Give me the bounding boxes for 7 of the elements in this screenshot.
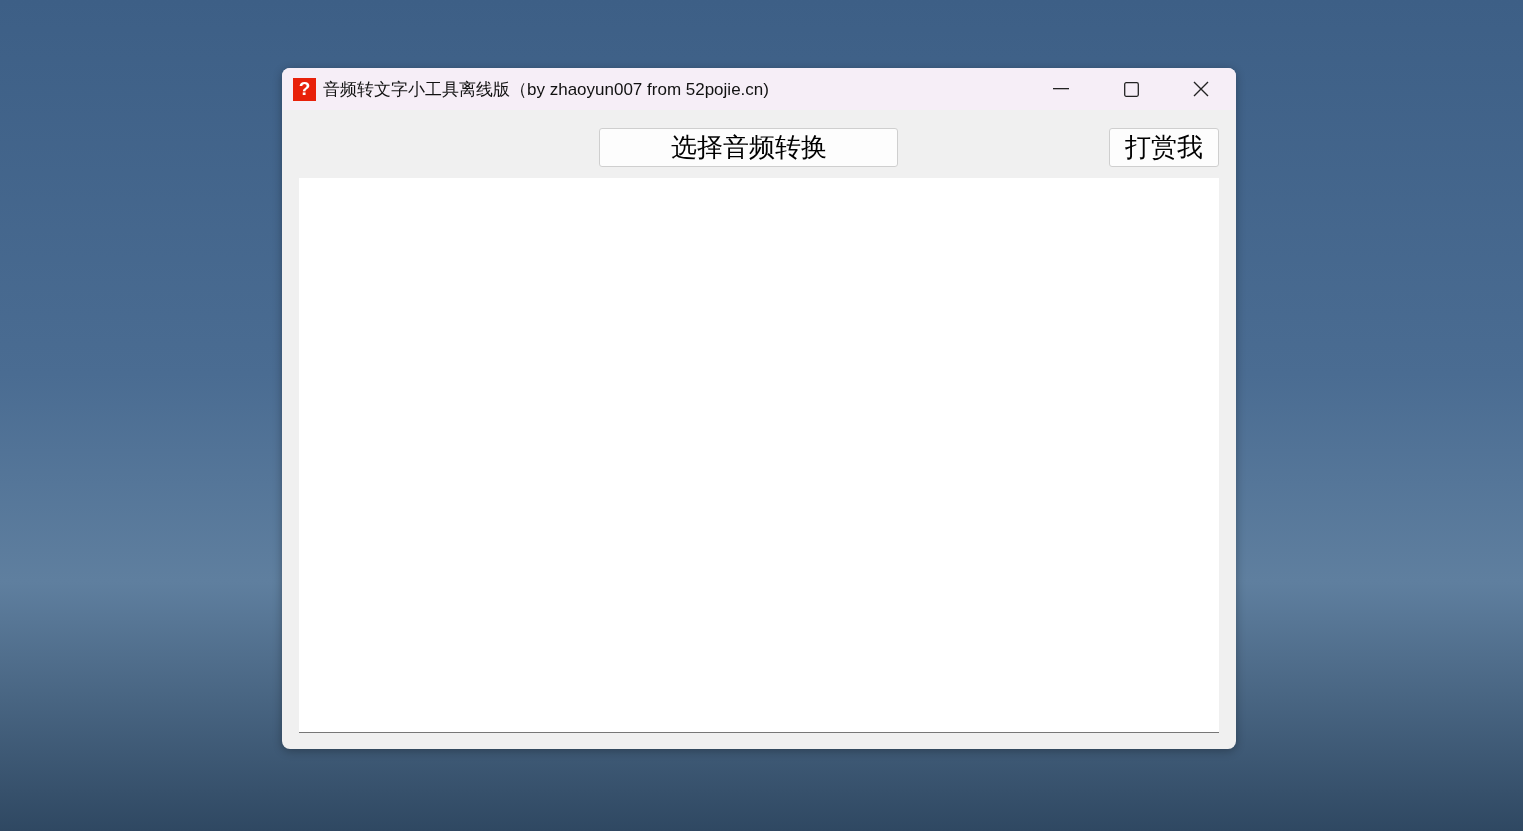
close-icon [1193,81,1209,97]
app-icon: ? [293,77,316,101]
maximize-icon [1123,81,1139,97]
select-audio-button[interactable]: 选择音频转换 [599,128,898,167]
tip-button[interactable]: 打赏我 [1109,128,1219,167]
minimize-icon [1053,88,1069,90]
window-title: 音频转文字小工具离线版（by zhaoyun007 from 52pojie.cn) [323,78,770,101]
